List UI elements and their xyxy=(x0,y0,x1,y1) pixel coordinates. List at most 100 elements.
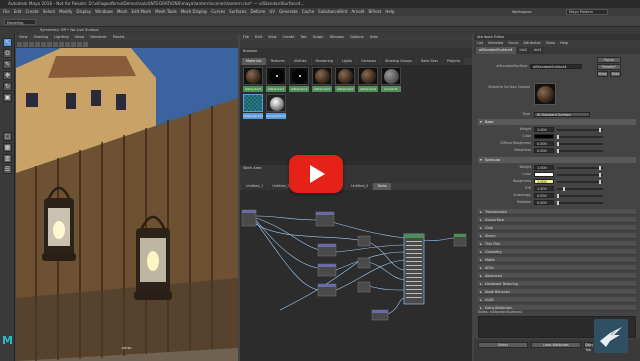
ae-menu-attributes[interactable]: Attributes xyxy=(523,41,540,45)
anisotropy-slider[interactable] xyxy=(557,194,603,198)
base-weight-field[interactable]: 1.000 xyxy=(534,127,554,132)
vp-menu-view[interactable]: View xyxy=(19,35,28,39)
ae-menu-show[interactable]: Show xyxy=(546,41,555,45)
hs-menu-create[interactable]: Create xyxy=(283,35,295,39)
section-transmission[interactable]: Transmission xyxy=(478,209,636,215)
section-coat[interactable]: Coat xyxy=(478,225,636,231)
menu-arnold[interactable]: Arnold xyxy=(352,9,365,14)
layout-two-icon[interactable]: ▥ xyxy=(3,154,12,163)
scale-icon[interactable]: ▣ xyxy=(3,93,12,102)
tab-untitled-1[interactable]: Untitled_1 xyxy=(242,183,268,190)
menu-set-dropdown[interactable]: Modeling xyxy=(4,19,36,25)
menu-select[interactable]: Select xyxy=(43,9,55,14)
viewport-scene[interactable] xyxy=(16,48,238,361)
play-icon[interactable] xyxy=(289,155,343,193)
tab-untitled-5[interactable]: Untitled_5 xyxy=(347,183,373,190)
section-sheen[interactable]: Sheen xyxy=(478,233,636,239)
reverse-node[interactable] xyxy=(357,257,371,269)
menu-deform[interactable]: Deform xyxy=(250,9,265,14)
menu-file[interactable]: File xyxy=(3,9,10,14)
diffuse-roughness-slider[interactable] xyxy=(557,142,603,146)
base-color-slider[interactable] xyxy=(557,135,603,139)
type-dropdown[interactable]: Ai Standard Surface xyxy=(534,112,590,117)
ae-tab-tile3[interactable]: tile3 xyxy=(531,47,545,54)
layout-single-icon[interactable]: ▢ xyxy=(3,132,12,141)
vp-menu-shading[interactable]: Shading xyxy=(34,35,49,39)
bump-node[interactable] xyxy=(357,235,371,247)
rotation-slider[interactable] xyxy=(557,201,603,205)
tab-cameras[interactable]: Cameras xyxy=(357,58,381,65)
camera-icon[interactable] xyxy=(17,42,22,47)
menu-display[interactable]: Display xyxy=(76,9,91,14)
material-swatch[interactable] xyxy=(335,67,355,85)
section-aovs[interactable]: AOVs xyxy=(478,265,636,271)
layout-outliner-icon[interactable]: ☰ xyxy=(3,165,12,174)
menu-substance[interactable]: SubstanceBrnt xyxy=(318,9,347,14)
section-matte[interactable]: Matte xyxy=(478,257,636,263)
section-hardware-texturing[interactable]: Hardware Texturing xyxy=(478,281,636,287)
section-advanced[interactable]: Advanced xyxy=(478,273,636,279)
material-swatch[interactable] xyxy=(266,94,286,112)
lights-icon[interactable] xyxy=(59,42,64,47)
node-graph[interactable] xyxy=(240,190,472,361)
tab-projects[interactable]: Projects xyxy=(442,58,465,65)
tab-bake-sets[interactable]: Bake Sets xyxy=(417,58,442,65)
material-swatch[interactable] xyxy=(358,67,378,85)
xray-icon[interactable] xyxy=(83,42,88,47)
hs-menu-graph[interactable]: Graph xyxy=(313,35,324,39)
layout-four-icon[interactable]: ▦ xyxy=(3,143,12,152)
hs-menu-edit[interactable]: Edit xyxy=(255,35,262,39)
specular-roughness-slider[interactable] xyxy=(557,180,603,184)
vp-menu-renderer[interactable]: Renderer xyxy=(90,35,106,39)
vp-menu-show[interactable]: Show xyxy=(75,35,85,39)
material-swatch[interactable] xyxy=(289,67,309,85)
vp-menu-panels[interactable]: Panels xyxy=(113,35,125,39)
load-attributes-button[interactable]: Load Attributes xyxy=(531,342,581,348)
tab-textures[interactable]: Textures xyxy=(266,58,289,65)
material-swatch-selected[interactable] xyxy=(243,94,263,112)
menu-create[interactable]: Create xyxy=(25,9,38,14)
section-subsurface[interactable]: Subsurface xyxy=(478,217,636,223)
tab-shading-groups[interactable]: Shading Groups xyxy=(381,58,417,65)
hs-menu-help[interactable]: Help xyxy=(370,35,378,39)
show-button[interactable]: Show xyxy=(597,71,608,77)
menu-edit-mesh[interactable]: Edit Mesh xyxy=(132,9,152,14)
hs-menu-file[interactable]: File xyxy=(243,35,249,39)
ae-menu-selected[interactable]: Selected xyxy=(488,41,503,45)
ae-menu-help[interactable]: Help xyxy=(560,41,568,45)
menu-generate[interactable]: Generate xyxy=(279,9,298,14)
menu-cache[interactable]: Cache xyxy=(302,9,314,14)
specular-color-slider[interactable] xyxy=(557,173,603,177)
menu-surfaces[interactable]: Surfaces xyxy=(229,9,246,14)
image-plane-icon[interactable] xyxy=(23,42,28,47)
specular-section-header[interactable]: Specular xyxy=(478,157,636,163)
hs-menu-view[interactable]: View xyxy=(268,35,277,39)
grid-icon[interactable] xyxy=(35,42,40,47)
menu-modify[interactable]: Modify xyxy=(59,9,72,14)
tab-lights[interactable]: Lights xyxy=(337,58,357,65)
section-node-behavior[interactable]: Node Behavior xyxy=(478,289,636,295)
rotate-icon[interactable]: ↻ xyxy=(3,82,12,91)
shadows-icon[interactable] xyxy=(65,42,70,47)
hs-menu-options[interactable]: Options xyxy=(350,35,364,39)
ae-menu-focus[interactable]: Focus xyxy=(508,41,518,45)
tab-utilities[interactable]: Utilities xyxy=(289,58,311,65)
material-swatch[interactable] xyxy=(243,67,263,85)
section-thin-film[interactable]: Thin Film xyxy=(478,241,636,247)
smooth-shade-icon[interactable] xyxy=(47,42,52,47)
material-swatch[interactable] xyxy=(266,67,286,85)
ae-tab-surface[interactable]: aiStandardSurface4 xyxy=(476,47,516,54)
specular-weight-slider[interactable] xyxy=(557,166,603,170)
tab-rendering[interactable]: Rendering xyxy=(311,58,337,65)
focus-button[interactable]: Focus xyxy=(597,57,621,63)
material-swatch[interactable] xyxy=(312,67,332,85)
hs-menu-tab[interactable]: Tab xyxy=(300,35,306,39)
select-button[interactable]: Select xyxy=(478,342,528,348)
menu-help[interactable]: Help xyxy=(385,9,394,14)
specular-color-swatch[interactable] xyxy=(534,172,554,177)
base-section-header[interactable]: Base xyxy=(478,119,636,125)
ae-menu-list[interactable]: List xyxy=(477,41,483,45)
vp-menu-lighting[interactable]: Lighting xyxy=(54,35,69,39)
specular-weight-field[interactable]: 1.000 xyxy=(534,165,554,170)
hide-button[interactable]: Hide xyxy=(610,71,621,77)
